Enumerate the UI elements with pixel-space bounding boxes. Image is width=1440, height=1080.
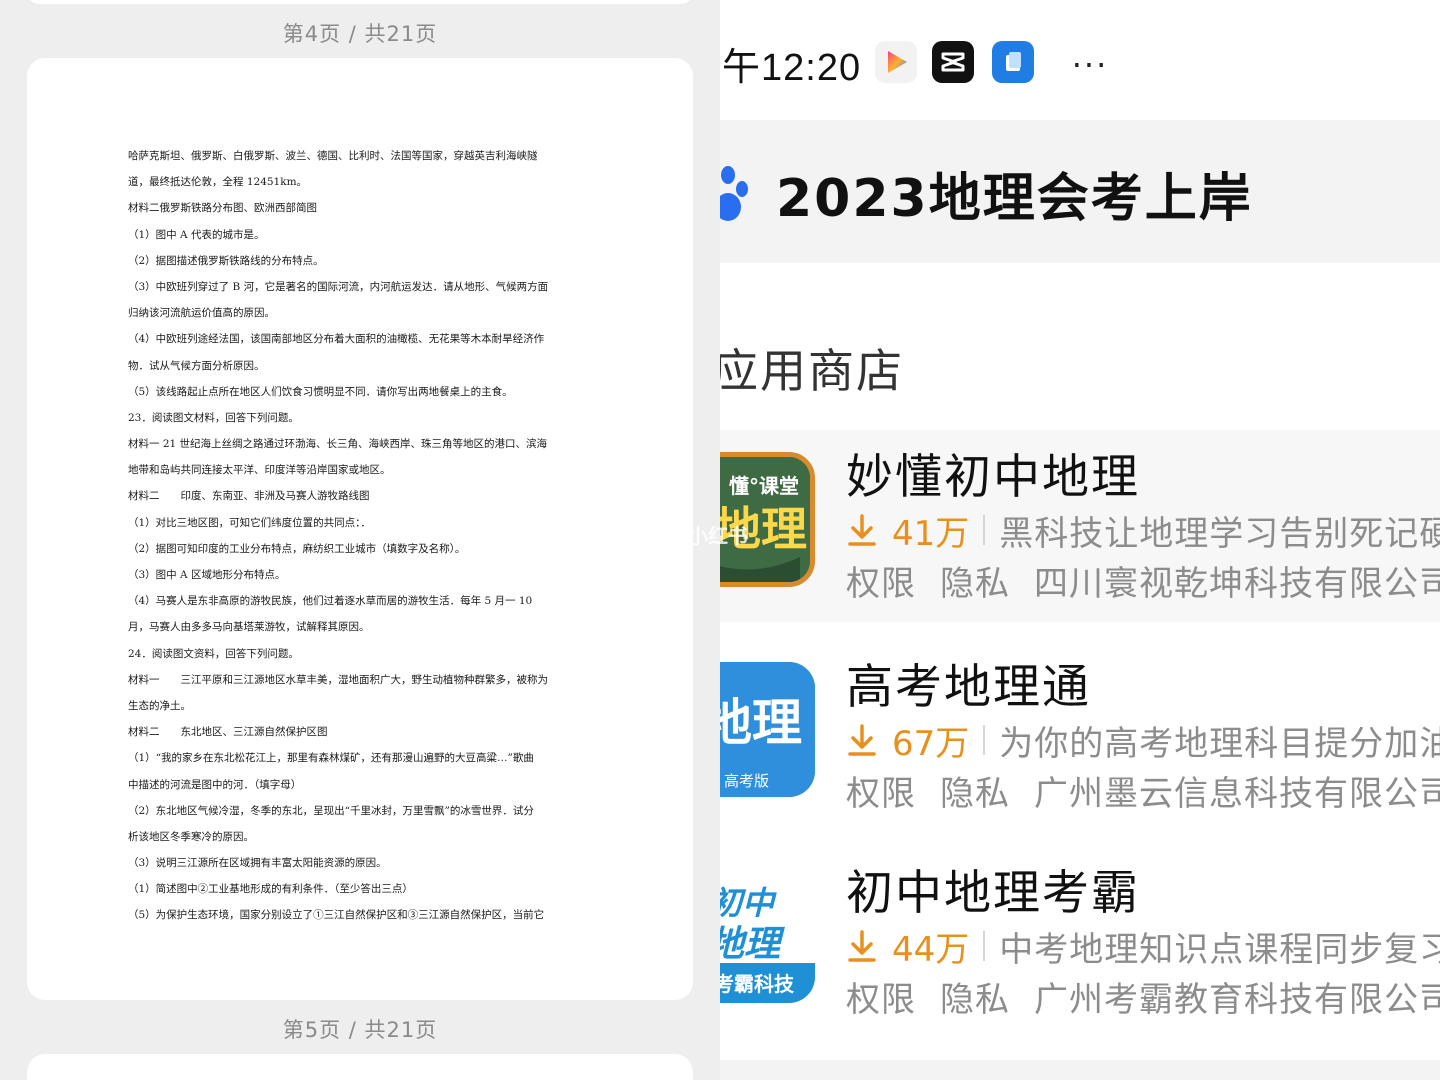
icon-label-sub: 高考版	[724, 772, 769, 790]
privacy-link[interactable]: 隐私	[940, 766, 1010, 815]
document-line: 归纳该河流航运价值高的原因。	[128, 307, 275, 320]
permissions-link[interactable]: 权限	[846, 766, 916, 815]
document-line: （3）图中 A 区域地形分布特点。	[128, 569, 286, 581]
page-counter: 第4页 / 共21页	[282, 22, 438, 46]
divider	[983, 725, 986, 755]
more-icon[interactable]: ···	[1065, 44, 1115, 86]
document-line: 中描述的河流是图中的河．（填字母）	[128, 778, 302, 791]
app-description: 中考地理知识点课程同步复习	[999, 929, 1440, 970]
status-time: 午12:20	[722, 47, 862, 89]
document-line: 材料二 印度、东南亚、非洲及马赛人游牧路线图	[128, 490, 370, 503]
icon-label-main: 地理	[720, 694, 802, 752]
app-result-item[interactable]: 初中 地理 考霸科技 初中地理考霸 44万 中考地理知识点课程同步复习 权限 隐…	[720, 846, 1440, 1026]
capcut-icon	[932, 41, 974, 83]
app-icon[interactable]: 初中 地理 考霸科技	[720, 868, 815, 1003]
document-line: （5）该线路起止点所在地区人们饮食习惯明显不同．请你写出两地餐桌上的主食。	[128, 385, 513, 398]
app-meta: 权限 隐私 四川寰视乾坤科技有限公司	[846, 556, 1440, 605]
document-line: （3）说明三江源所在区域拥有丰富太阳能资源的原因。	[128, 857, 387, 870]
download-count: 44万	[892, 929, 970, 970]
document-text: 哈萨克斯坦、俄罗斯、白俄罗斯、波兰、德国、比利时、法国等国家，穿越英吉利海峡隧道…	[128, 143, 598, 929]
document-line: 哈萨克斯坦、俄罗斯、白俄罗斯、波兰、德国、比利时、法国等国家，穿越英吉利海峡隧	[128, 150, 538, 162]
app-name[interactable]: 妙懂初中地理	[846, 438, 1140, 507]
document-line: （1）简述图中②工业基地形成的有利条件．（至少答出三点）	[128, 883, 413, 896]
document-line: （4）马赛人是东非高原的游牧民族，他们过着逐水草而居的游牧生活．每年 5 月一 …	[128, 595, 533, 608]
app-description: 为你的高考地理科目提分加油	[999, 723, 1440, 764]
previous-page	[27, 0, 693, 4]
document-line: 道，最终抵达伦敦，全程 12451km。	[128, 176, 308, 189]
bottom-edge	[720, 1060, 1440, 1080]
notes-app-icon	[992, 41, 1034, 83]
download-icon	[848, 724, 876, 756]
permissions-link[interactable]: 权限	[846, 972, 916, 1021]
divider	[983, 931, 986, 961]
download-count: 41万	[892, 513, 970, 554]
document-line: （1）“我的家乡在东北松花江上，那里有森林煤矿，还有那漫山遍野的大豆高粱…”歌曲	[128, 752, 534, 765]
watermark: 小红书	[688, 524, 748, 548]
document-line: （1）对比三地区图，可知它们纬度位置的共同点：．	[128, 516, 371, 529]
icon-label-sub: 考霸科技	[720, 972, 795, 996]
app-meta: 权限 隐私 广州考霸教育科技有限公司	[846, 972, 1440, 1021]
app-stats: 41万 黑科技让地理学习告别死记硬背	[846, 508, 1440, 554]
document-line: （2）东北地区气候冷湿，冬季的东北，呈现出“千里冰封，万里雪飘”的冰雪世界．试分	[128, 804, 534, 817]
document-line: 材料一 三江平原和三江源地区水草丰美，湿地面积广大，野生动植物种群繁多，被称为	[128, 673, 548, 686]
developer-name: 广州考霸教育科技有限公司	[1034, 979, 1440, 1020]
status-bar: 午12:20 ···	[720, 0, 1440, 120]
app-result-item[interactable]: 地理 高考版 高考地理通 67万 为你的高考地理科目提分加油 权限 隐私 广州墨…	[720, 640, 1440, 820]
document-viewer[interactable]: 第4页 / 共21页 哈萨克斯坦、俄罗斯、白俄罗斯、波兰、德国、比利时、法国等国…	[0, 0, 720, 1080]
document-line: （1）图中 A 代表的城市是。	[128, 228, 265, 241]
privacy-link[interactable]: 隐私	[940, 556, 1010, 605]
document-line: 材料二俄罗斯铁路分布图、欧洲西部简图	[128, 202, 317, 215]
app-result-item[interactable]: 懂°课堂 地理 妙懂初中地理 41万 黑科技让地理学习告别死记硬背 权限 隐私 …	[720, 430, 1440, 622]
next-page	[27, 1054, 693, 1080]
page-counter-next: 第5页 / 共21页	[282, 1018, 438, 1042]
app-description: 黑科技让地理学习告别死记硬背	[999, 513, 1440, 554]
document-line: （5）为保护生态环境，国家分别设立了①三江自然保护区和③三江源自然保护区，当前它	[128, 909, 545, 922]
document-line: 物．试从气候方面分析原因。	[128, 359, 265, 372]
search-bar[interactable]: 2023地理会考上岸	[720, 120, 1440, 263]
document-line: （4）中欧班列途经法国，该国南部地区分布着大面积的油橄榄、无花果等木本耐旱经济作	[128, 333, 545, 346]
baidu-paw-icon	[720, 166, 748, 221]
document-line: 材料二 东北地区、三江源自然保护区图	[128, 726, 328, 739]
app-name[interactable]: 高考地理通	[846, 648, 1091, 717]
document-line: 23．阅读图文材料，回答下列问题。	[128, 411, 299, 424]
app-name[interactable]: 初中地理考霸	[846, 854, 1140, 923]
search-query[interactable]: 2023地理会考上岸	[776, 156, 1253, 231]
app-stats: 44万 中考地理知识点课程同步复习	[846, 924, 1440, 970]
icon-label-main: 地理	[720, 924, 785, 965]
icon-label-top: 懂°课堂	[729, 474, 799, 498]
app-meta: 权限 隐私 广州墨云信息科技有限公司	[846, 766, 1440, 815]
document-line: （2）据图可知印度的工业分布特点，麻纺织工业城市（填数字及名称）。	[128, 542, 466, 555]
icon-label-top: 初中	[720, 884, 777, 922]
document-line: （3）中欧班列穿过了 B 河，它是著名的国际河流，内河航运发达．请从地形、气候两…	[128, 280, 549, 293]
privacy-link[interactable]: 隐私	[940, 972, 1010, 1021]
document-line: 材料一 21 世纪海上丝绸之路通过环渤海、长三角、海峡西岸、珠三角等地区的港口、…	[128, 438, 548, 451]
app-store-panel: 午12:20 ··· 2023地理会考上岸 应用商店 懂°课堂 地理 妙懂初中地…	[720, 0, 1440, 1080]
divider	[983, 515, 986, 545]
document-line: 生态的净土。	[128, 699, 191, 712]
developer-name: 四川寰视乾坤科技有限公司	[1034, 563, 1440, 604]
document-line: 地带和岛屿共同连接太平洋、印度洋等沿岸国家或地区。	[128, 464, 391, 477]
developer-name: 广州墨云信息科技有限公司	[1034, 773, 1440, 814]
document-line: （2）据图描述俄罗斯铁路线的分布特点。	[128, 254, 324, 267]
permissions-link[interactable]: 权限	[846, 556, 916, 605]
video-app-icon	[875, 41, 917, 83]
document-page: 哈萨克斯坦、俄罗斯、白俄罗斯、波兰、德国、比利时、法国等国家，穿越英吉利海峡隧道…	[27, 58, 693, 1000]
document-line: 月，马赛人由多多马向基塔莱游牧，试解释其原因。	[128, 621, 370, 634]
document-line: 析该地区冬季寒冷的原因。	[128, 830, 254, 843]
download-icon	[848, 514, 876, 546]
document-line: 24．阅读图文资料，回答下列问题。	[128, 647, 299, 660]
section-title: 应用商店	[720, 344, 904, 398]
app-icon[interactable]: 地理 高考版	[720, 662, 815, 797]
download-icon	[848, 930, 876, 962]
download-count: 67万	[892, 723, 970, 764]
app-stats: 67万 为你的高考地理科目提分加油	[846, 718, 1440, 764]
